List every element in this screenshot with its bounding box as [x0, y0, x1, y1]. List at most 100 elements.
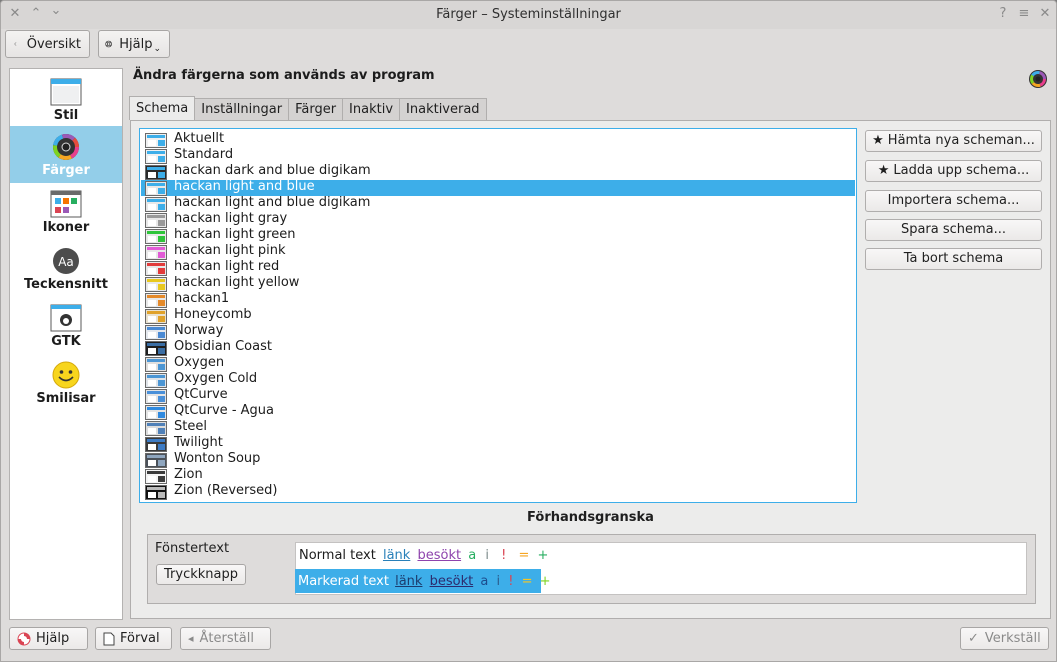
overview-label: Översikt — [26, 36, 81, 52]
scheme-list-item[interactable]: Zion (Reversed) — [141, 483, 855, 500]
help-button[interactable]: Hjälp — [9, 627, 88, 650]
help-button-label: Hjälp — [36, 631, 70, 646]
lifebuoy-icon — [105, 40, 112, 48]
scheme-list-item[interactable]: hackan light yellow — [141, 275, 855, 292]
scheme-preview-icon — [145, 373, 167, 388]
preview-push-button[interactable]: Tryckknapp — [156, 564, 246, 585]
sidebar-item-fonts[interactable]: Aa Teckensnitt — [10, 240, 122, 297]
scheme-list-item[interactable]: QtCurve — [141, 387, 855, 404]
tab-inactive[interactable]: Inaktiv — [342, 98, 401, 120]
scheme-preview-icon — [145, 165, 167, 180]
scheme-name: Standard — [174, 147, 234, 162]
sidebar-item-style[interactable]: Stil — [10, 71, 122, 128]
scheme-preview-icon — [145, 453, 167, 468]
menu-icon[interactable]: ≡ — [1016, 6, 1032, 22]
scheme-name: Wonton Soup — [174, 451, 261, 466]
tab-disabled[interactable]: Inaktiverad — [399, 98, 487, 120]
scheme-list-item[interactable]: hackan light gray — [141, 211, 855, 228]
scheme-list-item[interactable]: hackan light and blue digikam — [141, 195, 855, 212]
scheme-list-item[interactable]: Honeycomb — [141, 307, 855, 324]
get-new-schemes-button[interactable]: ★ Hämta nya scheman... — [865, 130, 1042, 152]
scheme-preview-icon — [145, 485, 167, 500]
scheme-list-item[interactable]: Oxygen — [141, 355, 855, 372]
page-title: Ändra färgerna som används av program — [133, 68, 435, 83]
help-titlebar-icon[interactable]: ? — [995, 6, 1011, 22]
sidebar-item-icons[interactable]: Ikoner — [10, 183, 122, 240]
upload-scheme-label: Ladda upp schema... — [893, 163, 1030, 178]
scheme-list-item[interactable]: hackan light pink — [141, 243, 855, 260]
scheme-preview-icon — [145, 213, 167, 228]
sidebar-label-gtk: GTK — [51, 334, 81, 349]
tab-options[interactable]: Inställningar — [194, 98, 290, 120]
help-menu-label: Hjälp — [119, 36, 153, 52]
scheme-list-item[interactable]: hackan light red — [141, 259, 855, 276]
preview-inactive: i — [485, 548, 489, 563]
scheme-preview-icon — [145, 357, 167, 372]
smiley-icon — [52, 361, 80, 389]
overview-button[interactable]: Översikt — [5, 30, 90, 58]
scheme-name: Zion (Reversed) — [174, 483, 278, 498]
close-icon[interactable]: ✕ — [1037, 6, 1053, 22]
tab-scheme[interactable]: Schema — [129, 96, 196, 120]
scheme-name: hackan light gray — [174, 211, 288, 226]
svg-text:Aa: Aa — [58, 255, 74, 269]
preview-active: a — [468, 548, 477, 563]
scheme-list-item[interactable]: Aktuellt — [141, 131, 855, 148]
lifebuoy-red-icon — [17, 632, 31, 645]
remove-scheme-button[interactable]: Ta bort schema — [865, 248, 1042, 270]
scheme-preview-icon — [145, 325, 167, 340]
sidebar-label-fonts: Teckensnitt — [24, 277, 108, 292]
scheme-name: hackan dark and blue digikam — [174, 163, 371, 178]
scheme-list-item[interactable]: Oxygen Cold — [141, 371, 855, 388]
import-scheme-button[interactable]: Importera schema... — [865, 190, 1042, 212]
scheme-name: Norway — [174, 323, 224, 338]
scheme-list-item[interactable]: hackan1 — [141, 291, 855, 308]
scheme-name: Oxygen — [174, 355, 225, 370]
scheme-list-item[interactable]: Steel — [141, 419, 855, 436]
preview-normal-line: Normal text länk besökt a i ! = + — [299, 548, 548, 563]
sidebar-item-gtk[interactable]: GTK — [10, 297, 122, 354]
scheme-list-item[interactable]: hackan light and blue — [141, 179, 855, 196]
preview-neutral: = — [518, 548, 530, 563]
sidebar-label-emoticons: Smilisar — [36, 391, 96, 406]
scheme-name: hackan light pink — [174, 243, 286, 258]
scheme-list-item[interactable]: Zion — [141, 467, 855, 484]
scheme-name: Obsidian Coast — [174, 339, 272, 354]
defaults-button[interactable]: Förval — [95, 627, 172, 650]
scheme-list-item[interactable]: Norway — [141, 323, 855, 340]
scheme-name: Twilight — [174, 435, 223, 450]
scheme-list-item[interactable]: hackan dark and blue digikam — [141, 163, 855, 180]
scheme-name: hackan light and blue digikam — [174, 195, 371, 210]
scheme-preview-icon — [145, 437, 167, 452]
scheme-preview-icon — [145, 341, 167, 356]
help-menu-button[interactable]: Hjälp ⌄ — [98, 30, 170, 58]
scheme-name: hackan light green — [174, 227, 296, 242]
apply-button-label: Verkställ — [984, 631, 1041, 646]
scheme-list-item[interactable]: Standard — [141, 147, 855, 164]
scheme-list-item[interactable]: hackan light green — [141, 227, 855, 244]
preview-normal-text: Normal text — [299, 548, 376, 563]
preview-positive: + — [537, 548, 549, 563]
save-scheme-button[interactable]: Spara schema... — [865, 219, 1042, 241]
defaults-button-label: Förval — [120, 631, 160, 646]
sidebar-item-colors[interactable]: Färger — [10, 126, 122, 183]
upload-scheme-button[interactable]: ★ Ladda upp schema... — [865, 160, 1042, 182]
scheme-preview-icon — [145, 229, 167, 244]
scheme-preview-icon — [145, 133, 167, 148]
preview-selected-negative: ! — [508, 574, 514, 589]
scheme-list-item[interactable]: QtCurve - Agua — [141, 403, 855, 420]
apply-button[interactable]: ✓ Verkställ — [960, 627, 1049, 650]
scheme-name: hackan light yellow — [174, 275, 300, 290]
reset-button[interactable]: ◂ Återställ — [180, 627, 271, 650]
scheme-list-item[interactable]: Obsidian Coast — [141, 339, 855, 356]
window-style-icon — [50, 78, 82, 106]
scheme-list[interactable]: Aktuellt Standard hackan dark and blue dig… — [139, 128, 857, 503]
category-sidebar: Stil Färger Ikoner Aa Teckensnitt GTK Sm… — [9, 68, 123, 620]
tab-colors[interactable]: Färger — [288, 98, 344, 120]
sidebar-item-emoticons[interactable]: Smilisar — [10, 354, 122, 411]
scheme-preview-icon — [145, 261, 167, 276]
scheme-list-item[interactable]: Wonton Soup — [141, 451, 855, 468]
scheme-list-item[interactable]: Twilight — [141, 435, 855, 452]
color-wheel-icon — [53, 134, 79, 160]
preview-selected-active: a — [480, 574, 489, 589]
